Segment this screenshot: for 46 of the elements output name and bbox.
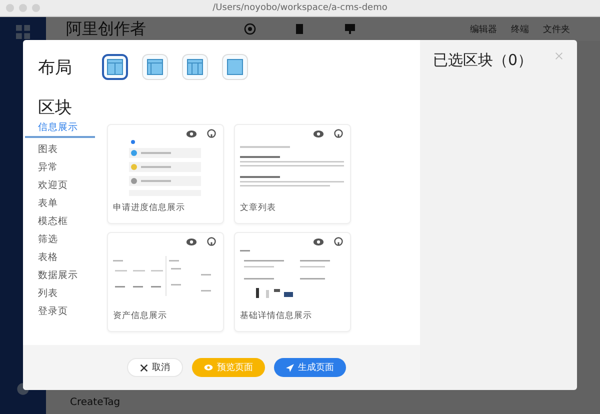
layout-option[interactable] xyxy=(102,54,128,80)
category-tab[interactable]: 信息展示 xyxy=(25,121,95,138)
layout-icon xyxy=(107,59,123,75)
category-tab[interactable]: 模态框 xyxy=(25,215,95,228)
category-tab[interactable]: 欢迎页 xyxy=(25,179,95,192)
block-title: 资产信息展示 xyxy=(112,310,168,322)
window-title: /Users/noyobo/workspace/a-cms-demo xyxy=(212,3,388,13)
category-tab[interactable]: 列表 xyxy=(25,287,95,300)
block-card[interactable]: 申请进度信息展示 xyxy=(107,124,224,224)
layout-heading: 布局 xyxy=(38,56,72,78)
category-tab[interactable]: 数据展示 xyxy=(25,269,95,282)
cancel-button[interactable]: 取消 xyxy=(127,358,183,377)
block-title: 文章列表 xyxy=(239,202,277,214)
grid-icon[interactable] xyxy=(16,25,30,39)
generate-button[interactable]: 生成页面 xyxy=(274,358,346,377)
github-icon[interactable] xyxy=(207,129,216,138)
target-icon[interactable] xyxy=(244,23,256,35)
category-tab[interactable]: 表单 xyxy=(25,197,95,210)
document-icon[interactable] xyxy=(294,23,306,35)
selected-blocks-heading: 已选区块（0） xyxy=(433,51,533,69)
block-card[interactable]: 基础详情信息展示 xyxy=(234,232,351,332)
blocks-heading: 区块 xyxy=(37,97,73,119)
eye-icon[interactable] xyxy=(186,130,197,138)
github-icon[interactable] xyxy=(207,237,216,246)
github-icon[interactable] xyxy=(334,129,343,138)
category-tab[interactable]: 表格 xyxy=(25,251,95,264)
github-icon[interactable] xyxy=(334,237,343,246)
block-card[interactable]: 资产信息展示 xyxy=(107,232,224,332)
send-icon xyxy=(286,364,294,372)
category-tab[interactable]: 异常 xyxy=(25,161,95,174)
eye-icon[interactable] xyxy=(186,238,197,246)
eye-icon xyxy=(204,364,213,371)
layout-icon xyxy=(227,59,243,75)
block-title: 基础详情信息展示 xyxy=(239,310,313,322)
app-title: 阿里创作者 xyxy=(66,18,147,40)
eye-icon[interactable] xyxy=(313,238,324,246)
layout-icon xyxy=(147,59,163,75)
close-icon xyxy=(140,364,148,372)
eye-icon[interactable] xyxy=(313,130,324,138)
category-tab[interactable]: 登录页 xyxy=(25,305,95,318)
block-card[interactable]: 文章列表 xyxy=(234,124,351,224)
category-tab[interactable]: 筛选 xyxy=(25,233,95,246)
block-title: 申请进度信息展示 xyxy=(112,202,186,214)
layout-icon xyxy=(187,59,203,75)
monitor-icon[interactable] xyxy=(344,23,356,35)
category-tab[interactable]: 图表 xyxy=(25,143,95,156)
